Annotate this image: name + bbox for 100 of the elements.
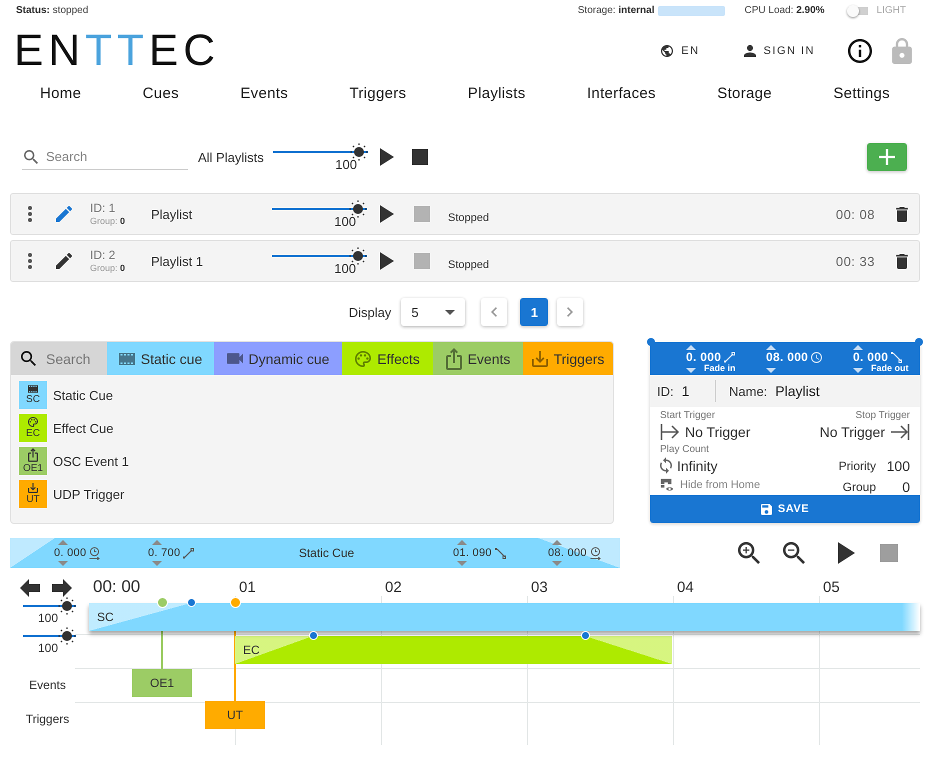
corner-handle[interactable] (915, 338, 923, 346)
play-count-select[interactable]: Infinity (660, 456, 718, 475)
slider-value: 100 (334, 215, 356, 228)
ramp-up-icon (183, 548, 194, 558)
slider-thumb[interactable] (58, 597, 76, 615)
page-button[interactable]: 1 (520, 298, 548, 326)
cue-tile[interactable]: EC (19, 414, 47, 442)
category-tab[interactable]: Effects (342, 342, 433, 375)
upload-icon (28, 448, 38, 462)
slider-value: 100 (38, 642, 58, 654)
spin-down-button[interactable] (766, 368, 776, 373)
nav-link[interactable]: Interfaces (586, 84, 656, 102)
vertical-dots-icon[interactable] (28, 206, 32, 222)
save-button[interactable]: SAVE (650, 495, 920, 523)
tile-label: SC (26, 395, 40, 405)
ramp-up-icon (724, 352, 736, 362)
time-label: 00: 00 (93, 577, 140, 596)
pencil-icon[interactable] (56, 253, 72, 269)
ramp-down-icon (891, 352, 902, 362)
next-page-button[interactable] (557, 298, 584, 326)
theme-toggle[interactable] (846, 4, 869, 18)
category-tab[interactable]: Dynamic cue (214, 342, 342, 375)
trash-icon[interactable] (896, 206, 908, 222)
category-tab[interactable]: Events (433, 342, 523, 375)
fade-handle[interactable] (186, 598, 196, 607)
info-icon[interactable] (848, 39, 872, 63)
event-clip[interactable]: OE1 (132, 669, 192, 697)
cue-clip[interactable]: SC (89, 603, 920, 631)
trigger-clip[interactable]: UT (205, 701, 265, 729)
playlist-row[interactable]: ID: 2 Group: 0 Playlist 1 100 Stopped 00: 33 (10, 240, 920, 282)
add-button[interactable] (867, 143, 907, 171)
slider-thumb[interactable] (349, 200, 367, 218)
category-tab[interactable]: Static cue (107, 342, 214, 375)
display-label: Display (348, 304, 392, 320)
row-label: Triggers (26, 712, 70, 726)
plus-icon (879, 149, 895, 165)
nav-link[interactable]: Storage (717, 84, 772, 102)
spin-up-button[interactable] (766, 345, 776, 350)
group-value: 0 (901, 479, 910, 495)
category-tab[interactable]: Triggers (523, 342, 613, 375)
chevron-left-icon (491, 307, 498, 317)
fade-value: 0. 000 (686, 350, 722, 364)
fade-label: Fade out (871, 364, 908, 373)
corner-handle[interactable] (647, 338, 655, 346)
nav-link[interactable]: Settings (833, 84, 890, 102)
spin-up-button[interactable] (853, 345, 863, 350)
start-trigger-select[interactable]: No Trigger (660, 422, 750, 441)
marker-dot-icon[interactable] (230, 597, 240, 608)
play-icon[interactable] (380, 205, 394, 223)
fade-handle[interactable] (308, 631, 318, 640)
chevron-right-icon (567, 307, 574, 317)
cue-name: UDP Trigger (53, 486, 124, 502)
play-icon[interactable] (838, 542, 855, 564)
sign-in-button[interactable]: SIGN IN (744, 45, 815, 57)
slider-thumb[interactable] (349, 247, 367, 265)
spin-down-button[interactable] (853, 368, 863, 373)
zoom-in-icon[interactable] (738, 542, 760, 564)
cue-tile[interactable]: OE1 (19, 447, 47, 475)
slider-value: 100 (38, 612, 58, 624)
arrow-right-icon[interactable] (52, 579, 72, 597)
priority-label: Priority (838, 458, 876, 472)
marker-dot-icon[interactable] (156, 597, 168, 608)
spin-down-button[interactable] (686, 368, 696, 373)
playlist-duration: 00: 08 (836, 206, 875, 222)
spin-up-button[interactable] (552, 540, 562, 545)
cue-tile[interactable]: UT (19, 480, 47, 508)
nav-link[interactable]: Playlists (468, 84, 526, 102)
search-icon (21, 351, 36, 366)
table-eye-icon (660, 478, 674, 492)
storage-text: Storage: internal (578, 5, 654, 16)
cue-field-value: 01. 090 (453, 547, 492, 559)
language-button[interactable]: EN (661, 45, 700, 57)
search-field[interactable]: Search (11, 342, 107, 375)
fade-handle[interactable] (580, 631, 590, 640)
cue-tile[interactable]: SC (19, 381, 47, 409)
time-label: 05 (823, 579, 840, 596)
slider-thumb[interactable] (58, 627, 76, 645)
fade-label: Fade in (704, 364, 736, 373)
previous-page-button[interactable] (481, 298, 508, 326)
nav-link[interactable]: Cues (142, 84, 179, 102)
vertical-dots-icon[interactable] (28, 253, 32, 269)
marker-line (161, 631, 163, 669)
play-icon[interactable] (380, 148, 394, 166)
nav-link[interactable]: Triggers (349, 84, 406, 102)
zoom-out-icon[interactable] (783, 542, 805, 564)
playlist-name: Playlist 1 (151, 254, 204, 268)
nav-link[interactable]: Home (40, 84, 82, 102)
trash-icon[interactable] (896, 254, 908, 268)
clock-icon (811, 352, 822, 362)
playlist-row[interactable]: ID: 1 Group: 0 Playlist 100 Stopped 00: 08 (10, 193, 920, 235)
spin-up-button[interactable] (686, 345, 696, 350)
nav-link[interactable]: Events (240, 84, 288, 102)
play-count-value: Infinity (677, 458, 718, 474)
page-size-select[interactable]: 5 (401, 298, 466, 326)
cue-clip[interactable]: EC (235, 636, 672, 664)
filter-label: All Playlists (198, 150, 265, 164)
stop-trigger-select[interactable]: No Trigger (820, 422, 910, 441)
arrow-left-icon[interactable] (20, 579, 40, 597)
play-icon[interactable] (380, 252, 394, 270)
slider-thumb[interactable] (350, 143, 368, 161)
